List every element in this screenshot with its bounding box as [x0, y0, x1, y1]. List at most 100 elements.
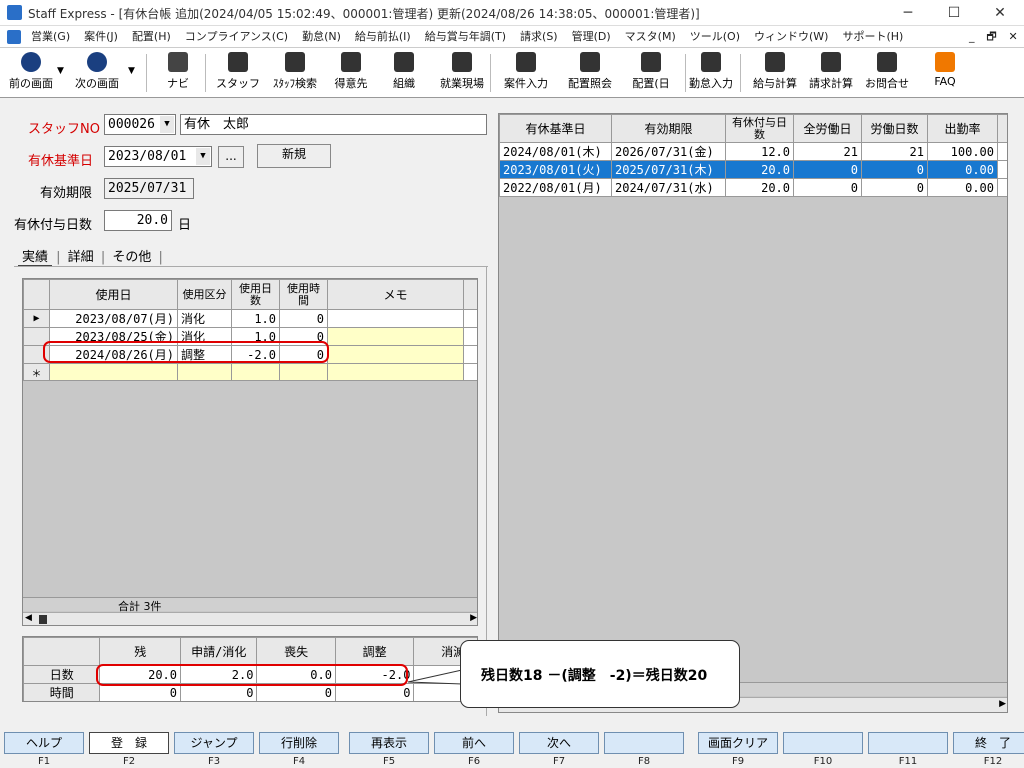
- history-grant-cell[interactable]: 20.0: [725, 160, 794, 179]
- col-work-days[interactable]: 労働日数: [861, 114, 928, 143]
- col-memo[interactable]: メモ: [327, 279, 464, 310]
- menu-item-0[interactable]: 営業(G): [24, 26, 77, 48]
- mdi-restore-button[interactable]: 🗗: [982, 26, 1000, 48]
- history-grant-cell[interactable]: 12.0: [725, 142, 794, 161]
- history-row[interactable]: 2024/08/01(木) 2026/07/31(金) 12.0 21 21 100.00: [499, 142, 1007, 161]
- prev-dropdown-icon[interactable]: ▼: [57, 66, 64, 76]
- faq-button[interactable]: FAQ: [922, 50, 968, 96]
- menu-item-7[interactable]: 請求(S): [513, 26, 565, 48]
- usage-days-cell[interactable]: 1.0: [231, 309, 280, 328]
- history-expiry-cell[interactable]: 2024/07/31(水): [611, 178, 726, 197]
- fkey-f5-button[interactable]: 再表示: [349, 732, 429, 754]
- row-selector[interactable]: ▶: [23, 309, 50, 328]
- memo-cell[interactable]: [327, 309, 464, 328]
- history-work-days-cell[interactable]: 0: [861, 160, 928, 179]
- menu-item-4[interactable]: 勤怠(N): [295, 26, 348, 48]
- new-row[interactable]: ＊: [23, 363, 477, 381]
- next-screen-button[interactable]: 次の画面: [66, 50, 128, 96]
- attendance-entry-button[interactable]: 勤怠入力: [680, 50, 742, 96]
- scroll-right-icon[interactable]: ▶: [999, 699, 1006, 709]
- history-all-days-cell[interactable]: 0: [793, 160, 862, 179]
- organization-button[interactable]: 組織: [380, 50, 428, 96]
- memo-cell[interactable]: [327, 327, 464, 346]
- col-base-date[interactable]: 有休基準日: [499, 114, 612, 143]
- assignment-day-button[interactable]: 配置(日: [622, 50, 680, 96]
- menu-item-12[interactable]: サポート(H): [835, 26, 910, 48]
- chevron-down-icon[interactable]: ▼: [196, 148, 210, 165]
- next-dropdown-icon[interactable]: ▼: [128, 66, 135, 76]
- staff-no-field[interactable]: 000026 ▼: [104, 114, 176, 135]
- history-all-days-cell[interactable]: 0: [793, 178, 862, 197]
- col-expiry[interactable]: 有効期限: [611, 114, 726, 143]
- menu-item-2[interactable]: 配置(H): [125, 26, 178, 48]
- scroll-right-icon[interactable]: ▶: [470, 613, 477, 623]
- table-row[interactable]: ▶ 2023/08/07(月) 消化 1.0 0: [23, 309, 477, 328]
- history-work-days-cell[interactable]: 0: [861, 178, 928, 197]
- usage-kind-cell[interactable]: 消化: [177, 309, 232, 328]
- grant-days-field[interactable]: 20.0: [104, 210, 172, 231]
- fkey-f12-button[interactable]: 終 了: [953, 732, 1024, 754]
- history-rate-cell[interactable]: 0.00: [927, 178, 998, 197]
- maximize-button[interactable]: ☐: [931, 2, 977, 24]
- history-rate-cell[interactable]: 0.00: [927, 160, 998, 179]
- chevron-down-icon[interactable]: ▼: [160, 116, 174, 133]
- history-all-days-cell[interactable]: 21: [793, 142, 862, 161]
- inquiry-button[interactable]: お問合せ: [858, 50, 916, 96]
- staff-button[interactable]: スタッフ: [212, 50, 264, 96]
- payroll-calc-button[interactable]: 給与計算: [748, 50, 802, 96]
- scroll-left-icon[interactable]: ◀: [25, 613, 32, 623]
- horizontal-scrollbar[interactable]: ◀ ▶: [23, 612, 477, 625]
- col-usage-days[interactable]: 使用日数: [231, 279, 280, 310]
- col-usage-date[interactable]: 使用日: [49, 279, 178, 310]
- fkey-f11-button[interactable]: [868, 732, 948, 754]
- scroll-thumb[interactable]: [39, 615, 47, 624]
- history-base-cell[interactable]: 2022/08/01(月): [499, 178, 612, 197]
- history-grant-cell[interactable]: 20.0: [725, 178, 794, 197]
- date-picker-button[interactable]: ...: [218, 146, 244, 168]
- fkey-f3-button[interactable]: ジャンプ: [174, 732, 254, 754]
- history-row[interactable]: 2023/08/01(火) 2025/07/31(木) 20.0 0 0 0.00: [499, 160, 1007, 179]
- fkey-f9-button[interactable]: 画面クリア: [698, 732, 778, 754]
- usage-date-cell[interactable]: 2023/08/07(月): [49, 309, 178, 328]
- memo-cell[interactable]: [327, 345, 464, 364]
- col-usage-time[interactable]: 使用時間: [279, 279, 328, 310]
- tab-details[interactable]: 詳細: [65, 250, 97, 265]
- history-expiry-cell[interactable]: 2026/07/31(金): [611, 142, 726, 161]
- fkey-f10-button[interactable]: [783, 732, 863, 754]
- staff-search-button[interactable]: ｽﾀｯﾌ検索: [266, 50, 324, 96]
- history-row[interactable]: 2022/08/01(月) 2024/07/31(水) 20.0 0 0 0.00: [499, 178, 1007, 197]
- menu-item-8[interactable]: 管理(D): [565, 26, 618, 48]
- fkey-f8-button[interactable]: [604, 732, 684, 754]
- fkey-f1-button[interactable]: ヘルプ: [4, 732, 84, 754]
- navi-button[interactable]: ナビ: [150, 50, 206, 96]
- usage-time-cell[interactable]: 0: [279, 309, 328, 328]
- worksite-button[interactable]: 就業現場: [430, 50, 494, 96]
- assignment-inquiry-button[interactable]: 配置照会: [560, 50, 620, 96]
- menu-item-6[interactable]: 給与賞与年調(T): [418, 26, 513, 48]
- menu-item-10[interactable]: ツール(O): [683, 26, 747, 48]
- billing-calc-button[interactable]: 請求計算: [804, 50, 858, 96]
- menu-item-3[interactable]: コンプライアンス(C): [178, 26, 295, 48]
- job-entry-button[interactable]: 案件入力: [496, 50, 556, 96]
- customer-button[interactable]: 得意先: [325, 50, 377, 96]
- menu-item-11[interactable]: ウィンドウ(W): [747, 26, 835, 48]
- menu-item-1[interactable]: 案件(J): [77, 26, 125, 48]
- history-rate-cell[interactable]: 100.00: [927, 142, 998, 161]
- col-attendance-rate[interactable]: 出勤率: [927, 114, 998, 143]
- menu-item-9[interactable]: マスタ(M): [618, 26, 683, 48]
- minimize-button[interactable]: ─: [885, 2, 931, 24]
- history-work-days-cell[interactable]: 21: [861, 142, 928, 161]
- fkey-f6-button[interactable]: 前へ: [434, 732, 514, 754]
- fkey-f7-button[interactable]: 次へ: [519, 732, 599, 754]
- col-usage-kind[interactable]: 使用区分: [177, 279, 232, 310]
- base-date-field[interactable]: 2023/08/01 ▼: [104, 146, 212, 167]
- prev-screen-button[interactable]: 前の画面: [0, 50, 62, 96]
- new-button[interactable]: 新規: [257, 144, 331, 168]
- col-grant-days[interactable]: 有休付与日数: [725, 114, 794, 143]
- fkey-f2-button[interactable]: 登 録: [89, 732, 169, 754]
- history-base-cell[interactable]: 2023/08/01(火): [499, 160, 612, 179]
- mdi-close-button[interactable]: ✕: [1005, 26, 1022, 48]
- history-expiry-cell[interactable]: 2025/07/31(木): [611, 160, 726, 179]
- tab-other[interactable]: その他: [109, 250, 154, 265]
- close-button[interactable]: ✕: [977, 2, 1023, 24]
